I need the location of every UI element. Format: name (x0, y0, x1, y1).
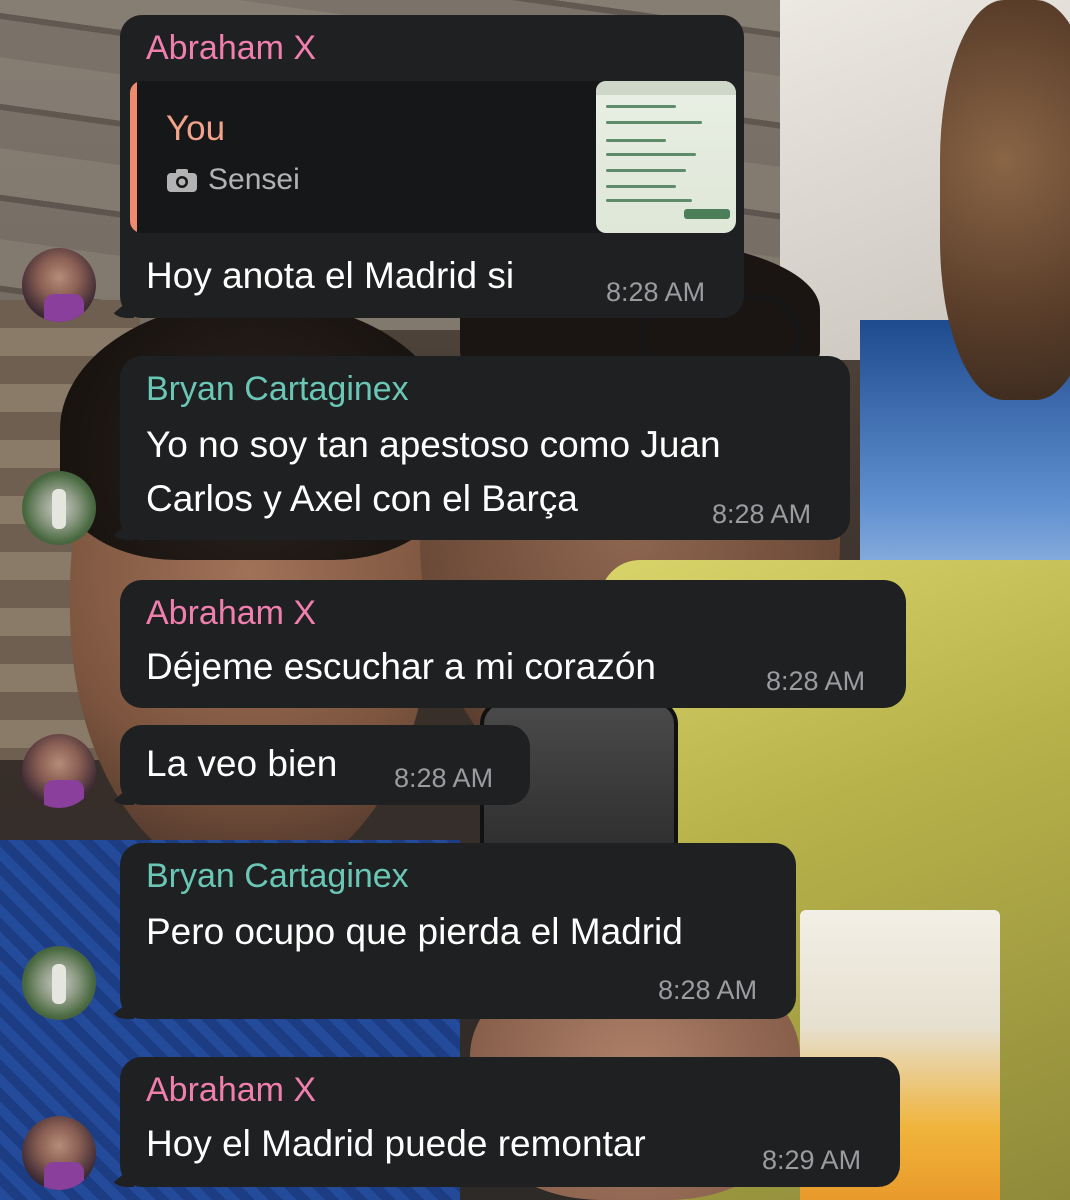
message-bubble[interactable]: Abraham X Hoy el Madrid puede remontar 8… (120, 1057, 900, 1187)
avatar[interactable] (22, 248, 96, 322)
message-text-line: Yo no soy tan apestoso como Juan (146, 424, 721, 465)
reply-text: Sensei (208, 163, 300, 196)
reply-image-thumbnail (596, 81, 736, 233)
message-bubble[interactable]: Bryan Cartaginex Yo no soy tan apestoso … (120, 356, 850, 540)
sender-name[interactable]: Abraham X (146, 29, 316, 68)
message-text: La veo bien (146, 743, 338, 784)
reply-preview: Sensei (166, 163, 300, 197)
avatar[interactable] (22, 471, 96, 545)
message-text-line: Carlos y Axel con el Barça (146, 478, 578, 519)
sender-name[interactable]: Bryan Cartaginex (146, 370, 409, 409)
sender-name[interactable]: Abraham X (146, 594, 316, 633)
message-text: Hoy anota el Madrid si (146, 255, 515, 296)
message-timestamp: 8:28 AM (606, 277, 706, 307)
message-bubble[interactable]: Abraham X You Sensei Hoy anota el Madrid… (120, 15, 744, 318)
reply-sender-name: You (166, 109, 226, 148)
sender-name[interactable]: Abraham X (146, 1071, 316, 1110)
message-timestamp: 8:28 AM (658, 975, 758, 1005)
avatar[interactable] (22, 734, 96, 808)
sender-name[interactable]: Bryan Cartaginex (146, 857, 409, 896)
message-text: Pero ocupo que pierda el Madrid (146, 911, 683, 952)
message-bubble[interactable]: Bryan Cartaginex Pero ocupo que pierda e… (120, 843, 796, 1019)
message-timestamp: 8:28 AM (766, 666, 866, 696)
message-text: Hoy el Madrid puede remontar (146, 1123, 646, 1164)
message-bubble[interactable]: La veo bien 8:28 AM (120, 725, 530, 805)
message-bubble[interactable]: Abraham X Déjeme escuchar a mi corazón 8… (120, 580, 906, 708)
camera-icon (167, 169, 197, 192)
message-text: Déjeme escuchar a mi corazón (146, 646, 656, 687)
reply-accent-bar (130, 81, 137, 233)
reply-quote[interactable]: You Sensei (130, 81, 736, 233)
message-timestamp: 8:28 AM (712, 499, 812, 529)
message-timestamp: 8:29 AM (762, 1145, 862, 1175)
message-timestamp: 8:28 AM (394, 763, 494, 793)
avatar[interactable] (22, 1116, 96, 1190)
avatar[interactable] (22, 946, 96, 1020)
